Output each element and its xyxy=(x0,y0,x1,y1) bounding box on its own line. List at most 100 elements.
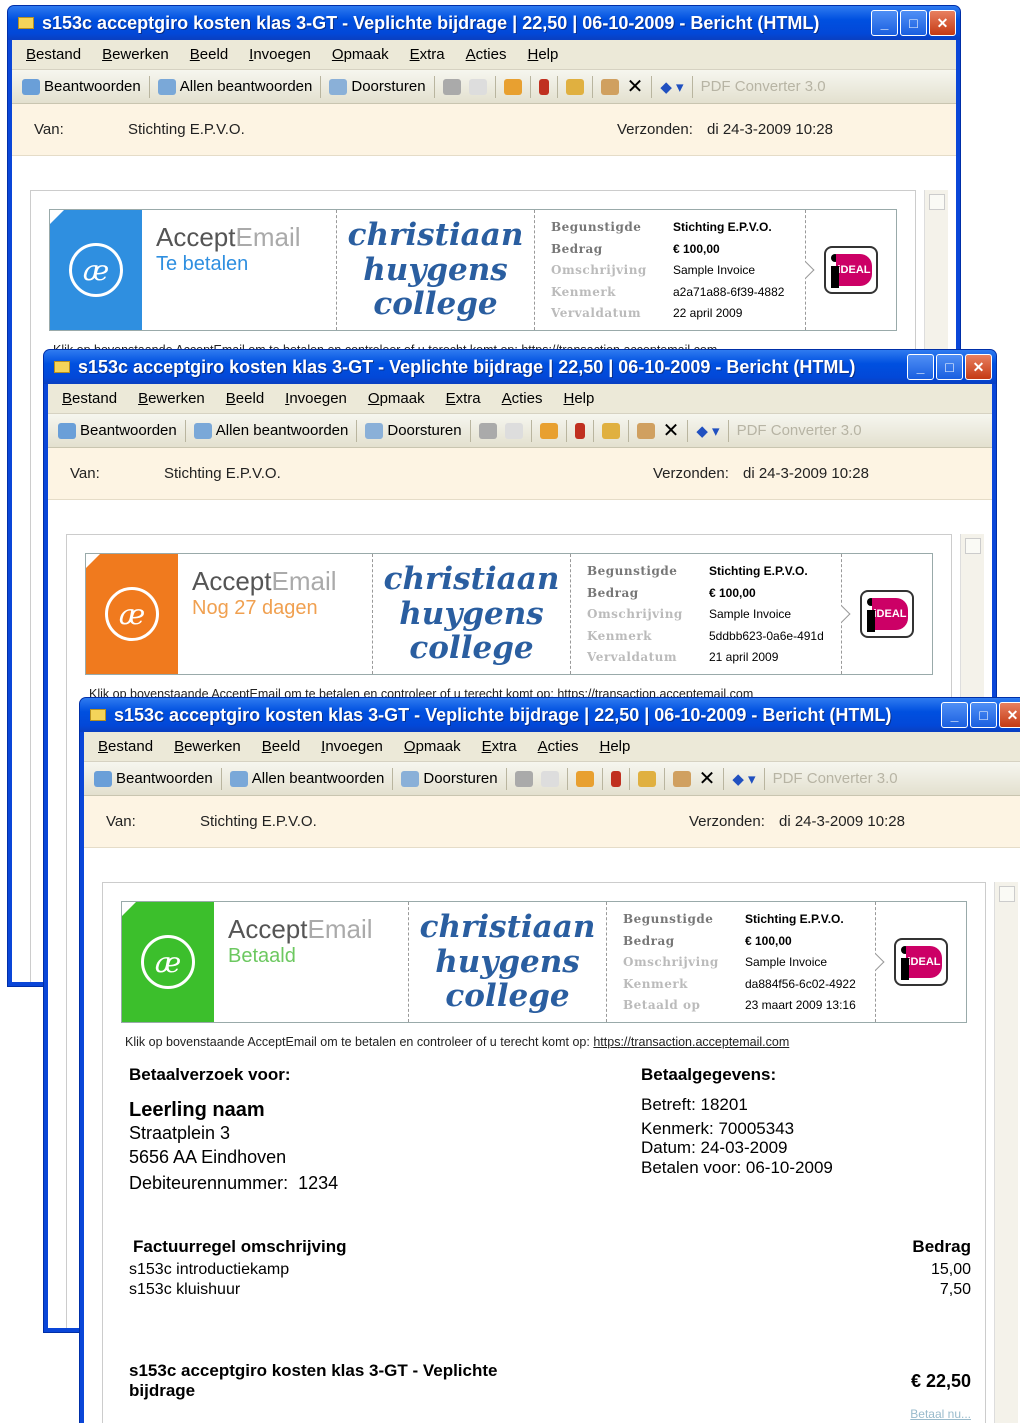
forward-button[interactable]: Doorsturen xyxy=(329,78,426,95)
menu-item-help[interactable]: Help xyxy=(563,390,594,407)
reply-all-icon xyxy=(193,422,212,439)
previous-item-icon[interactable]: ◆ ▾ xyxy=(660,78,683,96)
menu-item-bestand[interactable]: Bestand xyxy=(26,46,81,63)
minimize-button[interactable]: _ xyxy=(871,10,898,36)
address-book-icon[interactable] xyxy=(636,422,655,439)
attach-icon[interactable] xyxy=(504,422,523,439)
print-icon[interactable] xyxy=(478,422,497,439)
acceptemail-card[interactable]: æ AcceptEmail Betaald christiaan huygens… xyxy=(121,901,967,1023)
minimize-button[interactable]: _ xyxy=(907,354,934,380)
acceptemail-card[interactable]: æ AcceptEmail Te betalen christiaan huyg… xyxy=(49,209,897,331)
menu-item-bewerken[interactable]: Bewerken xyxy=(174,738,241,755)
menu-item-extra[interactable]: Extra xyxy=(446,390,481,407)
categorize-icon[interactable] xyxy=(565,78,584,95)
close-button[interactable]: ✕ xyxy=(965,354,992,380)
minimize-button[interactable]: _ xyxy=(941,702,968,728)
title-bar[interactable]: s153c acceptgiro kosten klas 3-GT - Vepl… xyxy=(8,6,960,40)
toolbar-separator xyxy=(392,767,394,790)
categorize-icon[interactable] xyxy=(637,770,656,787)
ideal-pay-button[interactable]: iDEAL xyxy=(867,902,966,1022)
school-word-2: huygens xyxy=(399,595,544,632)
delete-icon[interactable]: ✕ xyxy=(699,766,716,791)
pdf-converter-button[interactable]: PDF Converter 3.0 xyxy=(701,78,826,95)
pdf-converter-button[interactable]: PDF Converter 3.0 xyxy=(773,770,898,787)
title-bar[interactable]: s153c acceptgiro kosten klas 3-GT - Vepl… xyxy=(80,698,1020,732)
menu-item-invoegen[interactable]: Invoegen xyxy=(249,46,311,63)
menu-item-bewerken[interactable]: Bewerken xyxy=(102,46,169,63)
field-label: Bedrag xyxy=(623,933,675,948)
menu-item-help[interactable]: Help xyxy=(599,738,630,755)
ideal-logo-text: iDEAL xyxy=(872,598,908,630)
page-fold xyxy=(86,554,100,568)
move-folder-icon[interactable] xyxy=(503,78,522,95)
close-button[interactable]: ✕ xyxy=(999,702,1020,728)
menu-item-extra[interactable]: Extra xyxy=(482,738,517,755)
menu-item-help[interactable]: Help xyxy=(527,46,558,63)
menu-item-bestand[interactable]: Bestand xyxy=(62,390,117,407)
maximize-button[interactable]: □ xyxy=(900,10,927,36)
reply-button[interactable]: Beantwoorden xyxy=(22,78,141,95)
toolbar-separator xyxy=(601,767,603,790)
menu-item-acties[interactable]: Acties xyxy=(466,46,507,63)
ideal-icon: iDEAL xyxy=(860,590,914,638)
delete-icon[interactable]: ✕ xyxy=(663,418,680,443)
categorize-icon[interactable] xyxy=(601,422,620,439)
forward-icon xyxy=(365,422,384,439)
menu-item-extra[interactable]: Extra xyxy=(410,46,445,63)
close-button[interactable]: ✕ xyxy=(929,10,956,36)
vertical-scrollbar[interactable] xyxy=(994,882,1018,1423)
menu-item-bewerken[interactable]: Bewerken xyxy=(138,390,205,407)
address-book-icon[interactable] xyxy=(600,78,619,95)
address-book-icon[interactable] xyxy=(672,770,691,787)
move-folder-icon[interactable] xyxy=(575,770,594,787)
acceptemail-brand-block: AcceptEmail Te betalen xyxy=(142,210,337,330)
menu-item-beeld[interactable]: Beeld xyxy=(262,738,300,755)
reply-all-button[interactable]: Allen beantwoorden xyxy=(229,770,384,787)
flag-icon[interactable] xyxy=(574,422,585,439)
menu-item-opmaak[interactable]: Opmaak xyxy=(368,390,425,407)
flag-icon[interactable] xyxy=(610,770,621,787)
pay-now-link[interactable]: Betaal nu... xyxy=(910,1407,971,1421)
menu-item-acties[interactable]: Acties xyxy=(538,738,579,755)
school-word-1: christiaan xyxy=(347,216,524,253)
from-label: Van: xyxy=(70,465,100,482)
reply-all-button[interactable]: Allen beantwoorden xyxy=(193,422,348,439)
menu-item-opmaak[interactable]: Opmaak xyxy=(404,738,461,755)
menu-item-beeld[interactable]: Beeld xyxy=(226,390,264,407)
ideal-pay-button[interactable]: iDEAL xyxy=(797,210,896,330)
message-header: Van: Stichting E.P.V.O. Verzonden: di 24… xyxy=(48,448,992,500)
pdf-converter-button[interactable]: PDF Converter 3.0 xyxy=(737,422,862,439)
reply-button[interactable]: Beantwoorden xyxy=(58,422,177,439)
title-bar[interactable]: s153c acceptgiro kosten klas 3-GT - Vepl… xyxy=(44,350,996,384)
forward-button[interactable]: Doorsturen xyxy=(365,422,462,439)
ae-logo-icon: æ xyxy=(141,935,195,989)
maximize-button[interactable]: □ xyxy=(970,702,997,728)
menu-item-invoegen[interactable]: Invoegen xyxy=(321,738,383,755)
forward-button[interactable]: Doorsturen xyxy=(401,770,498,787)
move-folder-icon[interactable] xyxy=(539,422,558,439)
delete-icon[interactable]: ✕ xyxy=(627,74,644,99)
previous-item-icon[interactable]: ◆ ▾ xyxy=(696,422,719,440)
field-label: Vervaldatum xyxy=(551,306,642,321)
menu-item-bestand[interactable]: Bestand xyxy=(98,738,153,755)
reply-button[interactable]: Beantwoorden xyxy=(94,770,213,787)
menu-item-beeld[interactable]: Beeld xyxy=(190,46,228,63)
transaction-link[interactable]: https://transaction.acceptemail.com xyxy=(593,1035,789,1049)
attach-icon[interactable] xyxy=(468,78,487,95)
print-icon[interactable] xyxy=(514,770,533,787)
print-icon[interactable] xyxy=(442,78,461,95)
menu-item-opmaak[interactable]: Opmaak xyxy=(332,46,389,63)
menu-item-acties[interactable]: Acties xyxy=(502,390,543,407)
ideal-pay-button[interactable]: iDEAL xyxy=(833,554,932,674)
attach-icon[interactable] xyxy=(540,770,559,787)
menu-item-invoegen[interactable]: Invoegen xyxy=(285,390,347,407)
field-label: Vervaldatum xyxy=(587,650,678,665)
reply-all-button[interactable]: Allen beantwoorden xyxy=(157,78,312,95)
acceptemail-card[interactable]: æ AcceptEmail Nog 27 dagen christiaan hu… xyxy=(85,553,933,675)
previous-item-icon[interactable]: ◆ ▾ xyxy=(732,770,755,788)
maximize-button[interactable]: □ xyxy=(936,354,963,380)
note-text: Klik op bovenstaande AcceptEmail om te b… xyxy=(125,1035,590,1049)
field-value: 23 maart 2009 13:16 xyxy=(745,998,856,1013)
acceptemail-brand-block: AcceptEmail Nog 27 dagen xyxy=(178,554,373,674)
flag-icon[interactable] xyxy=(538,78,549,95)
